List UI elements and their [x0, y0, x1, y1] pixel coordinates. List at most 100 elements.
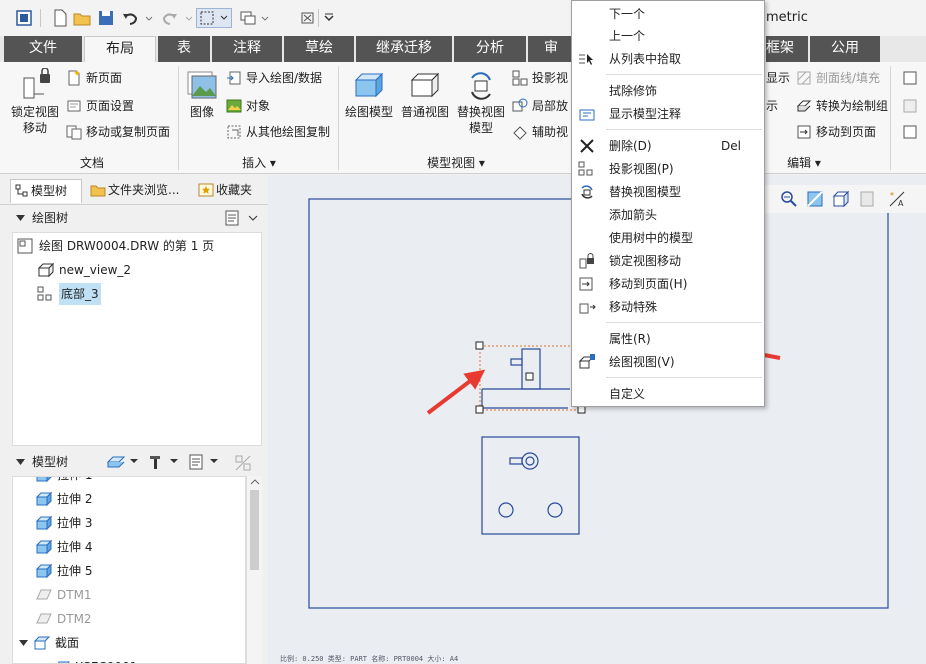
tab-sketch[interactable]: 草绘	[284, 36, 354, 62]
tab-legacy-migration[interactable]: 继承迁移	[356, 36, 452, 62]
drawing-model-button[interactable]: 绘图模型	[342, 68, 396, 138]
tab-model-tree[interactable]: 模型树	[10, 179, 82, 203]
tab-layout[interactable]: 布局	[84, 36, 156, 62]
delete-x-icon	[580, 139, 594, 153]
general-view-icon	[410, 72, 440, 98]
menu-item-customize[interactable]: 自定义	[572, 383, 764, 405]
annotation-display-icon[interactable]: *A	[887, 189, 907, 209]
replace-view-model-button[interactable]: 替换视图 模型	[454, 68, 508, 152]
svg-text:*: *	[890, 191, 894, 200]
section-fill-label: 剖面线/填充	[816, 71, 881, 85]
chevron-down-icon[interactable]	[248, 215, 258, 223]
move-copy-page-icon	[66, 125, 82, 140]
refit-icon[interactable]	[805, 189, 825, 209]
menu-item-replace-view-model[interactable]: 替换视图模型	[572, 181, 764, 203]
close-window-icon[interactable]	[298, 8, 318, 28]
favorites-icon	[198, 183, 214, 197]
menu-item-move-special[interactable]: 移动特殊	[572, 296, 764, 318]
new-page-label: 新页面	[86, 71, 123, 85]
drawing-tree: 绘图 DRW0004.DRW 的第 1 页 new_view_2 底部_3	[12, 232, 262, 446]
group-label-edit: 编辑 ▾	[787, 156, 821, 170]
projection-view-label: 投影视	[532, 71, 569, 85]
general-view-button[interactable]: 普通视图	[398, 68, 452, 138]
section-fill-icon	[797, 71, 811, 85]
ribbon-tabs: 文件 布局 表 注释 草绘 继承迁移 分析 审阅 框架 公用	[0, 36, 926, 81]
image-icon	[187, 71, 217, 99]
image-button[interactable]: 图像	[182, 68, 222, 138]
redo-dropdown-icon[interactable]	[184, 8, 194, 28]
model-tree-header[interactable]: 模型树	[12, 450, 262, 474]
display-label: 显示	[766, 71, 791, 85]
convert-to-group-label: 转换为绘制组	[816, 99, 889, 113]
save-icon[interactable]	[96, 8, 116, 28]
chevron-down-icon[interactable]	[170, 459, 178, 465]
display-style-icon[interactable]	[831, 189, 851, 209]
convert-group-icon	[796, 100, 812, 112]
menu-item-use-model-in-tree[interactable]: 使用树中的模型	[572, 227, 764, 249]
menu-item-lock-view-move[interactable]: 锁定视图移动	[572, 250, 764, 272]
move-special-icon	[579, 303, 596, 314]
projection-view-icon	[512, 70, 528, 86]
tab-annotate[interactable]: 注释	[212, 36, 282, 62]
extrude-icon	[35, 563, 53, 579]
tools-icon[interactable]	[146, 453, 166, 471]
new-file-icon[interactable]	[50, 8, 70, 28]
chevron-down-icon[interactable]	[130, 459, 138, 465]
general-view-label: 普通视图	[400, 105, 449, 119]
windows-icon[interactable]	[238, 8, 258, 28]
show-filter-icon[interactable]	[106, 454, 126, 470]
scroll-up-icon[interactable]	[247, 476, 263, 488]
chevron-down-icon[interactable]	[210, 459, 218, 465]
new-page-icon	[68, 70, 80, 86]
tree-settings-icon[interactable]	[224, 210, 240, 226]
copy-from-other-drawing-label: 从其他绘图复制	[246, 125, 331, 139]
object-label: 对象	[246, 99, 271, 113]
tab-frame[interactable]: 框架	[766, 36, 808, 62]
replace-model-icon	[581, 185, 593, 199]
tab-analysis[interactable]: 分析	[454, 36, 526, 62]
redo-icon[interactable]	[160, 8, 180, 28]
filter-disabled-icon[interactable]	[234, 454, 254, 472]
menu-item-properties[interactable]: 属性(R)	[572, 328, 764, 350]
tab-favorites[interactable]: 收藏夹	[196, 179, 264, 203]
xsec-icon	[58, 661, 70, 663]
window-icon[interactable]	[14, 8, 34, 28]
tab-file[interactable]: 文件	[4, 36, 82, 62]
extrude-icon	[35, 515, 53, 531]
repaint-icon[interactable]	[857, 189, 877, 209]
tab-folder-browser[interactable]: 文件夹浏览...	[88, 179, 192, 203]
scrollbar-thumb[interactable]	[250, 490, 259, 570]
menu-item-projection-view[interactable]: 投影视图(P)	[572, 158, 764, 180]
model-tree: 拉伸 1 拉伸 2 拉伸 3 拉伸 4 拉伸 5 DTM1 DTM2 截面 XS…	[12, 476, 246, 664]
section-icon	[33, 636, 51, 650]
model-tree-scrollbar[interactable]	[246, 476, 262, 664]
undo-icon[interactable]	[120, 8, 140, 28]
menu-item-move-to-page[interactable]: 移动到页面(H)	[572, 273, 764, 295]
tab-table[interactable]: 表	[158, 36, 210, 62]
menu-item-previous[interactable]: 上一个	[572, 25, 764, 47]
select-box-icon[interactable]	[196, 8, 232, 28]
tab-tools[interactable]: 公用	[810, 36, 880, 62]
drawing-sheet-icon	[17, 238, 33, 254]
menu-item-pick-from-list[interactable]: 从列表中拾取	[572, 48, 764, 70]
tree-settings-icon[interactable]	[188, 454, 204, 470]
menu-item-show-model-annotations[interactable]: 显示模型注释	[572, 103, 764, 125]
menu-item-erase-cosmetic[interactable]: 拭除修饰	[572, 80, 764, 102]
undo-dropdown-icon[interactable]	[144, 8, 154, 28]
menu-item-add-arrows[interactable]: 添加箭头	[572, 204, 764, 226]
projection-view-icon	[37, 286, 52, 301]
drawing-tree-header[interactable]: 绘图树	[12, 206, 262, 230]
menu-item-drawing-view[interactable]: 绘图视图(V)	[572, 351, 764, 373]
zoom-out-icon[interactable]	[779, 189, 799, 209]
general-view-icon	[37, 262, 55, 278]
lock-view-move-button[interactable]: 锁定视图 移动	[6, 68, 64, 148]
menu-item-next[interactable]: 下一个	[572, 3, 764, 25]
tab-review[interactable]: 审阅	[528, 36, 571, 81]
windows-dropdown-icon[interactable]	[260, 8, 270, 28]
menu-item-delete[interactable]: 删除(D) Del	[572, 135, 764, 157]
context-menu: 下一个 上一个 从列表中拾取 拭除修饰 显示模型注释 删除(D) Del 投影视…	[571, 0, 765, 407]
object-icon	[226, 99, 242, 113]
group-label-insert: 插入 ▾	[242, 156, 276, 170]
customize-icon[interactable]	[322, 8, 336, 28]
open-folder-icon[interactable]	[72, 8, 92, 28]
